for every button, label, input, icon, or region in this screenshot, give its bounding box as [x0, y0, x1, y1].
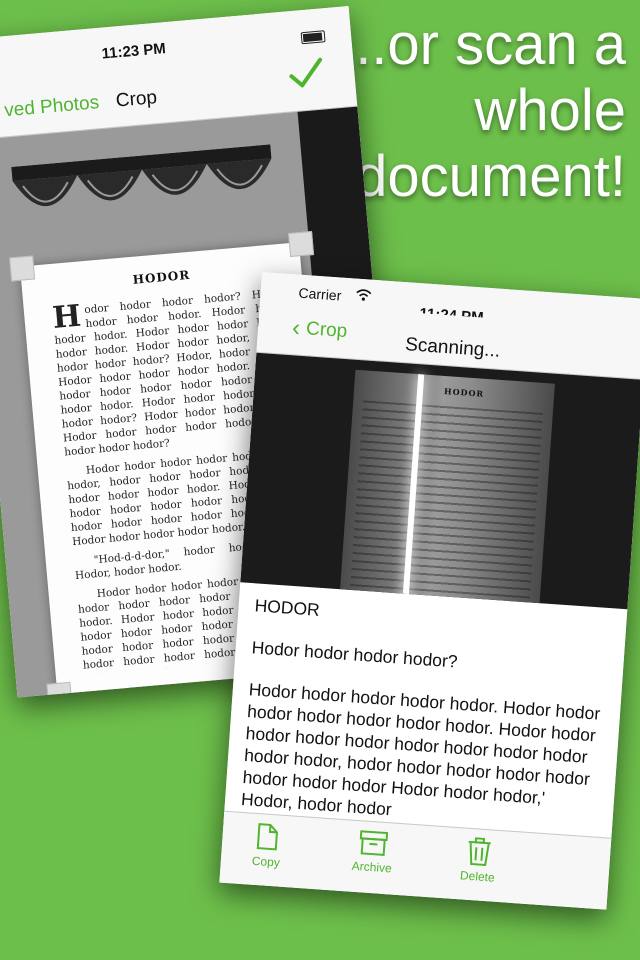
scanned-text-lines [350, 400, 543, 603]
scan-preview: HODOR [240, 352, 640, 610]
wifi-icon [355, 288, 372, 307]
recognized-text-view[interactable]: HODOR Hodor hodor hodor hodor? Hodor hod… [223, 583, 628, 850]
crop-handle-top-right[interactable] [288, 231, 315, 258]
crop-handle-top-left[interactable] [9, 255, 36, 282]
back-button-label: Crop [305, 318, 348, 343]
recognized-paragraph: Hodor hodor hodor hodor hodor. Hodor hod… [240, 679, 601, 820]
archive-label: Archive [351, 858, 393, 876]
status-time: 11:23 PM [101, 40, 167, 63]
back-button-crop[interactable]: ‹ Crop [291, 314, 348, 346]
back-button-saved-photos[interactable]: ved Photos [3, 92, 100, 122]
carrier-label: Carrier [298, 284, 342, 304]
copy-button[interactable]: Copy [230, 820, 303, 871]
battery-icon [300, 30, 326, 45]
crop-handle-bottom-left[interactable] [46, 681, 73, 698]
checkmark-icon[interactable] [287, 56, 326, 96]
copy-icon [256, 823, 278, 851]
drop-cap: H [51, 298, 83, 336]
copy-label: Copy [251, 853, 281, 870]
lace-decoration-image [11, 144, 272, 207]
archive-button[interactable]: Archive [336, 828, 409, 877]
delete-button[interactable]: Delete [442, 835, 515, 886]
nav-title: Scanning... [404, 334, 501, 362]
archive-icon [359, 830, 389, 856]
recognized-paragraph: Hodor hodor hodor hodor? [251, 637, 459, 672]
delete-label: Delete [459, 868, 496, 885]
trash-icon [468, 837, 491, 867]
nav-title: Crop [115, 87, 158, 112]
scanning-screen: Carrier 11:24 PM ‹Crop Scanning... HODOR… [219, 272, 640, 910]
chevron-left-icon: ‹ [291, 314, 302, 342]
